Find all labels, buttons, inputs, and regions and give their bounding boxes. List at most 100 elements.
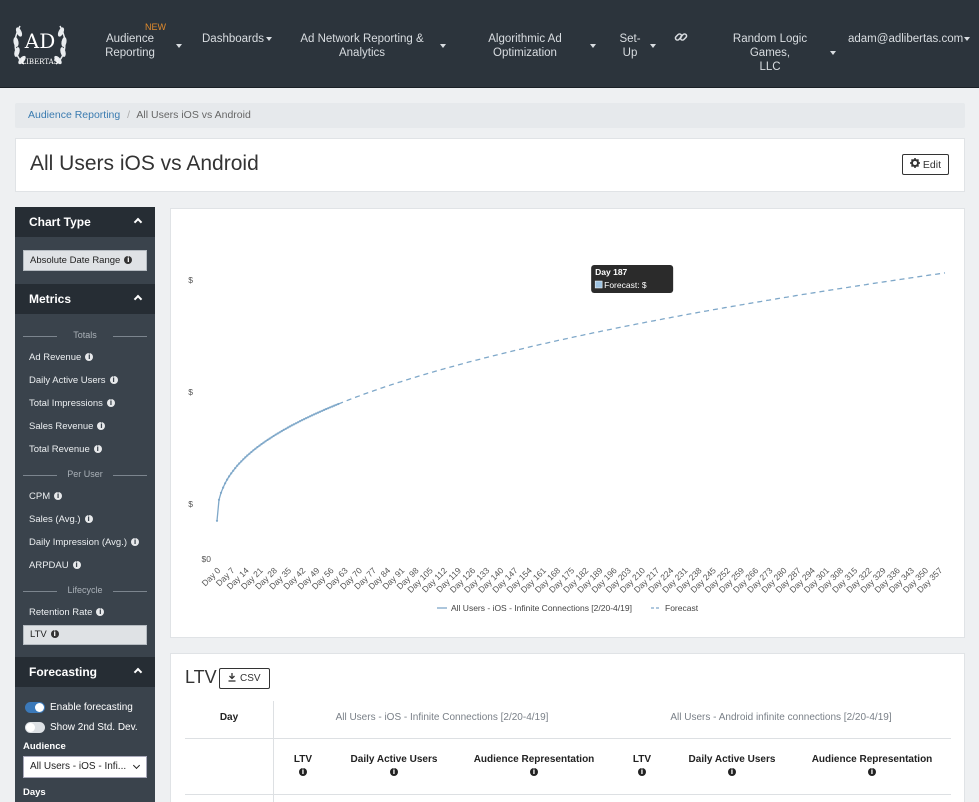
caret-down-icon (830, 51, 836, 55)
toggle-switch[interactable] (25, 721, 45, 733)
metric-arpdau[interactable]: ARPDAU i (23, 554, 147, 577)
data-point (252, 449, 255, 452)
column-header-audience-representation[interactable]: Audience Representation i (459, 754, 609, 776)
data-point (313, 413, 316, 416)
sidebar: Chart Type Absolute Date Range i Metrics … (15, 207, 155, 802)
metric-label: Daily Active Users (29, 375, 106, 386)
absolute-date-range-button[interactable]: Absolute Date Range i (23, 250, 147, 271)
info-icon: i (124, 256, 133, 264)
data-point (228, 475, 231, 478)
data-point (274, 433, 277, 436)
data-point (242, 458, 245, 461)
ltv-table-panel: LTV CSV Day All Users - iOS - Infinite C… (170, 653, 965, 802)
data-point (317, 411, 320, 414)
day-column-header[interactable]: Day (185, 712, 273, 723)
nav-organization[interactable]: Random Logic Games, LLC (714, 32, 836, 74)
legend-label: All Users - iOS - Infinite Connections [… (451, 603, 632, 613)
toggle-switch[interactable] (25, 701, 45, 713)
gear-icon (909, 158, 920, 171)
info-icon: i (54, 492, 63, 500)
nav-algorithmic-ad-optimization[interactable]: Algorithmic Ad Optimization (480, 32, 596, 60)
metric-label: Sales (Avg.) (29, 514, 81, 525)
data-point (246, 454, 249, 457)
adlibertas-logo[interactable]: AD LIBERTAS (10, 12, 70, 74)
data-point (250, 450, 253, 454)
metric-sales-revenue[interactable]: Sales Revenue i (23, 415, 147, 438)
info-icon: i (97, 422, 106, 430)
column-header-daily-active-users[interactable]: Daily Active Users i (676, 754, 788, 776)
column-label: Daily Active Users (688, 754, 776, 765)
data-point (258, 444, 261, 447)
metric-daily-active-users[interactable]: Daily Active Users i (23, 369, 147, 392)
nav-ad-network-reporting[interactable]: Ad Network Reporting & Analytics (300, 32, 446, 60)
column-header-ltv[interactable]: LTV i (273, 754, 333, 776)
data-point (280, 430, 283, 433)
column-header-ltv[interactable]: LTV i (612, 754, 672, 776)
nav-label: Set- (619, 33, 641, 45)
series-header-ios: All Users - iOS - Infinite Connections [… (335, 712, 549, 723)
data-point (236, 464, 239, 467)
column-header-daily-active-users[interactable]: Daily Active Users i (338, 754, 450, 776)
info-icon: i (85, 353, 94, 361)
chart-type-header[interactable]: Chart Type (15, 207, 155, 237)
breadcrumb: Audience Reporting / All Users iOS vs An… (15, 103, 965, 128)
edit-label: Edit (922, 158, 941, 171)
info-icon: i (72, 561, 81, 569)
nav-dashboards[interactable]: Dashboards (202, 32, 272, 46)
table-divider (185, 794, 951, 795)
caret-down-icon (440, 44, 446, 48)
metric-label: LTV (30, 629, 47, 640)
data-point (329, 406, 332, 409)
nav-setup[interactable]: Set- Up (616, 32, 656, 60)
data-point (226, 478, 229, 481)
edit-button[interactable]: Edit (901, 154, 949, 175)
data-point (248, 452, 251, 455)
metric-cpm[interactable]: CPM i (23, 485, 147, 508)
data-point (292, 423, 295, 426)
button-label: Absolute Date Range (30, 255, 121, 266)
metric-daily-impression-avg[interactable]: Daily Impression (Avg.) i (23, 531, 147, 554)
data-point (290, 424, 293, 427)
show-std-dev-toggle[interactable]: Show 2nd Std. Dev. (23, 717, 147, 737)
column-label: Audience Representation (811, 754, 933, 765)
nav-label: adam@adlibertas.com (848, 33, 964, 45)
data-point (264, 440, 267, 443)
caret-down-icon (590, 44, 596, 48)
data-point (224, 482, 227, 485)
caret-down-icon (964, 37, 970, 41)
data-point (308, 415, 312, 418)
data-point (254, 447, 257, 450)
data-point (331, 405, 334, 408)
metrics-header[interactable]: Metrics (15, 284, 155, 314)
ios-ltv-line (216, 403, 339, 521)
select-value: All Users - iOS - Infi... (30, 761, 127, 772)
metric-retention-rate[interactable]: Retention Rate i (23, 601, 147, 624)
chevron-up-icon (133, 667, 143, 677)
data-point (238, 462, 241, 465)
metric-total-impressions[interactable]: Total Impressions i (23, 392, 147, 415)
nav-label: Random Logic Games, (732, 33, 808, 59)
csv-download-button[interactable]: CSV (219, 668, 270, 689)
audience-select[interactable]: All Users - iOS - Infi... (23, 756, 147, 778)
data-point (310, 414, 314, 417)
metric-sales-avg[interactable]: Sales (Avg.) i (23, 508, 147, 531)
metric-total-revenue[interactable]: Total Revenue i (23, 438, 147, 461)
data-point (260, 443, 263, 446)
enable-forecasting-toggle[interactable]: Enable forecasting (23, 697, 147, 717)
data-point (270, 436, 273, 439)
metric-label: Total Impressions (29, 398, 103, 409)
link-icon[interactable] (674, 30, 688, 44)
nav-audience-reporting[interactable]: NEW Audience Reporting (100, 22, 182, 60)
breadcrumb-audience-reporting[interactable]: Audience Reporting (28, 109, 120, 121)
column-header-audience-representation[interactable]: Audience Representation i (797, 754, 947, 776)
metric-ad-revenue[interactable]: Ad Revenue i (23, 346, 147, 369)
data-point (219, 491, 223, 494)
nav-user-account[interactable]: adam@adlibertas.com (848, 32, 970, 46)
metric-ltv[interactable]: LTV i (23, 625, 147, 645)
data-point (276, 432, 279, 435)
csv-label: CSV (240, 673, 261, 684)
forecasting-header[interactable]: Forecasting (15, 657, 155, 687)
info-icon: i (96, 608, 105, 616)
tooltip-label: Forecast: $ (604, 280, 647, 290)
table-divider (185, 738, 951, 739)
